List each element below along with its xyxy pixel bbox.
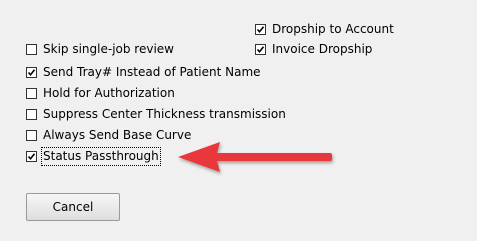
always-send-base-curve-checkbox[interactable] bbox=[26, 130, 37, 141]
hold-for-authorization-checkbox[interactable] bbox=[26, 88, 37, 99]
arrow-head bbox=[178, 142, 220, 172]
invoice-dropship-checkbox[interactable] bbox=[255, 44, 266, 55]
invoice-dropship-label: Invoice Dropship bbox=[272, 42, 373, 56]
dropship-to-account-label: Dropship to Account bbox=[272, 22, 394, 36]
checkbox-row-hold-for-authorization[interactable]: Hold for Authorization bbox=[26, 85, 175, 102]
dropship-to-account-checkbox[interactable] bbox=[255, 24, 266, 35]
skip-single-job-review-label: Skip single-job review bbox=[43, 42, 174, 56]
always-send-base-curve-label: Always Send Base Curve bbox=[43, 128, 192, 142]
checkbox-row-dropship-to-account[interactable]: Dropship to Account bbox=[255, 21, 394, 38]
checkbox-row-skip-single-job-review[interactable]: Skip single-job review bbox=[26, 41, 174, 58]
checkbox-row-always-send-base-curve[interactable]: Always Send Base Curve bbox=[26, 127, 191, 144]
status-passthrough-checkbox[interactable] bbox=[26, 151, 37, 162]
checkbox-row-invoice-dropship[interactable]: Invoice Dropship bbox=[255, 41, 372, 58]
status-passthrough-label: Status Passthrough bbox=[41, 147, 161, 166]
red-arrow-icon bbox=[178, 142, 332, 172]
checkbox-row-send-tray[interactable]: Send Tray# Instead of Patient Name bbox=[26, 64, 261, 81]
arrow-shaft bbox=[214, 153, 332, 161]
suppress-center-thickness-checkbox[interactable] bbox=[26, 109, 37, 120]
skip-single-job-review-checkbox[interactable] bbox=[26, 44, 37, 55]
send-tray-checkbox[interactable] bbox=[26, 67, 37, 78]
send-tray-label: Send Tray# Instead of Patient Name bbox=[43, 65, 261, 79]
checkbox-row-status-passthrough[interactable]: Status Passthrough bbox=[26, 147, 161, 166]
suppress-center-thickness-label: Suppress Center Thickness transmission bbox=[43, 107, 286, 121]
hold-for-authorization-label: Hold for Authorization bbox=[43, 86, 175, 100]
checkbox-row-suppress-center-thickness[interactable]: Suppress Center Thickness transmission bbox=[26, 106, 286, 123]
cancel-button[interactable]: Cancel bbox=[26, 193, 120, 221]
